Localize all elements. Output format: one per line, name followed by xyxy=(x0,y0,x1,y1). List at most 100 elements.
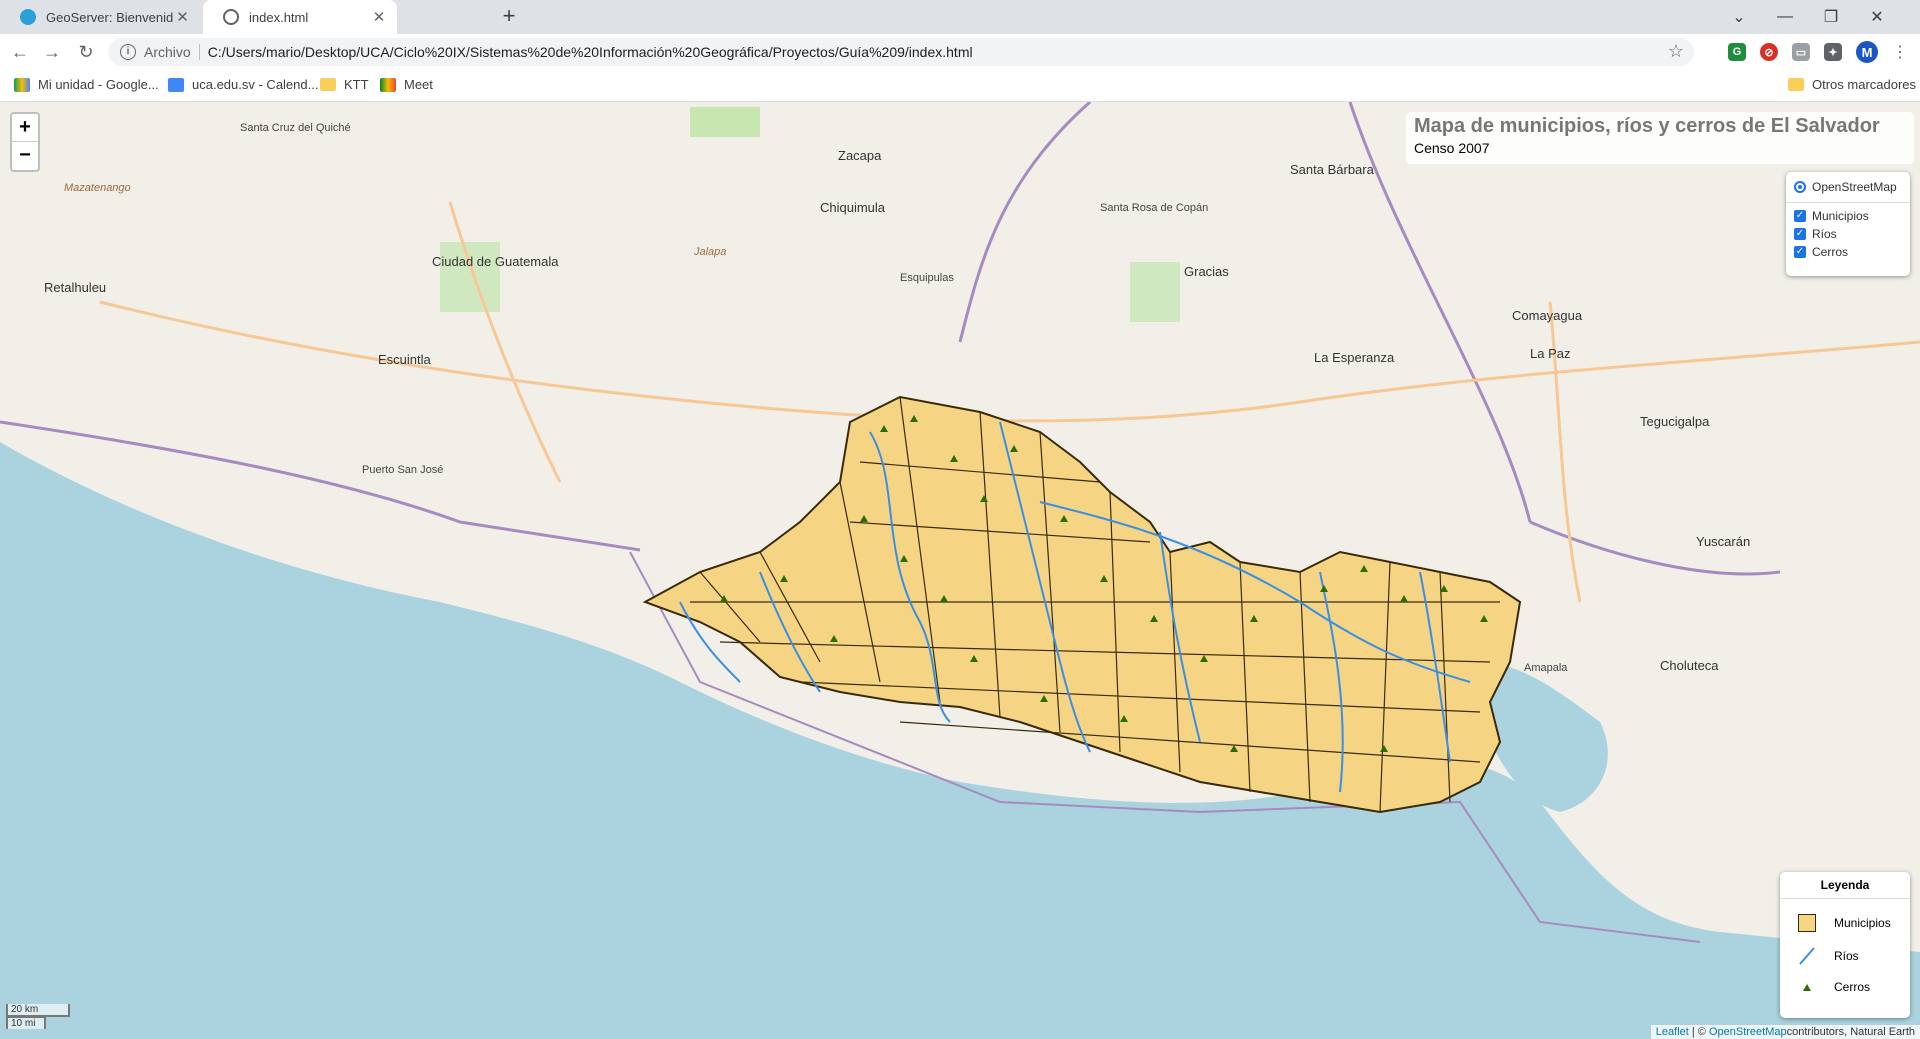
overlay-label: Ríos xyxy=(1812,227,1837,241)
legend-label: Cerros xyxy=(1834,980,1871,994)
scale-bar: 20 km 10 mi xyxy=(6,1004,70,1029)
place-label: Puerto San José xyxy=(362,464,444,476)
place-label: Gracias xyxy=(1184,264,1229,279)
legend-title: Leyenda xyxy=(1780,872,1910,899)
info-icon[interactable]: i xyxy=(120,44,136,60)
overlay-cerros[interactable]: ✓ Cerros xyxy=(1794,243,1902,261)
checkbox-checked-icon[interactable]: ✓ xyxy=(1794,210,1806,222)
tab-strip: GeoServer: Bienvenido ✕ index.html ✕ + ⌄… xyxy=(0,0,1920,34)
tab-geoserver[interactable]: GeoServer: Bienvenido ✕ xyxy=(0,0,200,34)
park-area xyxy=(690,107,760,137)
bookmarks-bar: Mi unidad - Google... uca.edu.sv - Calen… xyxy=(0,70,1920,102)
place-label: Amapala xyxy=(1524,662,1568,674)
divider xyxy=(198,44,200,60)
bookmark-calendar[interactable]: uca.edu.sv - Calend... xyxy=(168,77,318,92)
scale-imperial: 10 mi xyxy=(6,1016,46,1029)
tab-search-icon[interactable]: ⌄ xyxy=(1716,0,1762,34)
place-label: Esquipulas xyxy=(900,272,954,284)
map-subtitle: Censo 2007 xyxy=(1414,140,1490,156)
overlay-label: Municipios xyxy=(1812,209,1869,223)
close-tab-icon[interactable]: ✕ xyxy=(173,8,192,26)
new-tab-button[interactable]: + xyxy=(496,4,522,30)
place-label: La Paz xyxy=(1530,346,1571,361)
legend-item-cerros: Cerros xyxy=(1798,980,1870,994)
overlay-rios[interactable]: ✓ Ríos xyxy=(1794,225,1902,243)
scale-metric: 20 km xyxy=(6,1004,70,1017)
attribution-separator: | © xyxy=(1688,1026,1709,1038)
meet-icon xyxy=(380,77,396,92)
park-area xyxy=(1130,262,1180,322)
place-label: Santa Rosa de Copán xyxy=(1100,202,1209,214)
legend-item-rios: Ríos xyxy=(1798,946,1859,966)
close-window-button[interactable]: ✕ xyxy=(1854,0,1900,34)
triangle-marker-icon xyxy=(1803,984,1811,991)
highway xyxy=(99,300,1920,423)
folder-icon xyxy=(1788,78,1804,91)
overlay-municipios[interactable]: ✓ Municipios xyxy=(1794,207,1902,225)
extensions-puzzle-icon[interactable]: ✦ xyxy=(1824,43,1842,61)
bookmark-drive[interactable]: Mi unidad - Google... xyxy=(14,77,159,92)
address-bar[interactable]: i Archivo C:/Users/mario/Desktop/UCA/Cic… xyxy=(108,38,1694,66)
bookmark-star-icon[interactable]: ☆ xyxy=(1668,41,1684,62)
place-label: Escuintla xyxy=(378,352,431,367)
legend-label: Ríos xyxy=(1834,949,1859,963)
calendar-icon xyxy=(168,77,184,92)
url-scheme: Archivo xyxy=(144,44,191,60)
place-label: Santa Cruz del Quiché xyxy=(240,122,351,134)
bookmark-other[interactable]: Otros marcadores xyxy=(1788,77,1916,92)
divider xyxy=(1786,202,1910,203)
map-attribution: Leaflet | © OpenStreetMapcontributors, N… xyxy=(1650,1025,1920,1039)
leaflet-map[interactable]: Ciudad de Guatemala Escuintla Chiquimula… xyxy=(0,102,1920,1039)
bookmark-label: KTT xyxy=(344,77,369,92)
park-area xyxy=(440,242,500,312)
bookmark-label: Meet xyxy=(404,77,433,92)
place-label: Chiquimula xyxy=(820,200,886,215)
geoserver-favicon-icon xyxy=(20,9,36,25)
profile-avatar[interactable]: M xyxy=(1856,41,1878,63)
place-label: Ciudad de Guatemala xyxy=(432,254,559,269)
tab-title: GeoServer: Bienvenido xyxy=(46,9,174,25)
map-legend: Leyenda Municipios Ríos Cerros xyxy=(1780,872,1910,1018)
legend-item-municipios: Municipios xyxy=(1798,914,1891,932)
place-label: La Esperanza xyxy=(1314,350,1395,365)
tab-index[interactable]: index.html ✕ xyxy=(203,0,397,34)
close-tab-icon[interactable]: ✕ xyxy=(369,8,389,26)
legend-label: Municipios xyxy=(1834,916,1891,930)
map-title-box: Mapa de municipios, ríos y cerros de El … xyxy=(1406,112,1914,164)
globe-icon xyxy=(223,9,239,25)
place-label: Yuscarán xyxy=(1696,534,1751,549)
place-label: Comayagua xyxy=(1512,308,1583,323)
extension-grammarly-icon[interactable]: G xyxy=(1728,43,1746,61)
leaflet-link[interactable]: Leaflet xyxy=(1656,1026,1689,1038)
line-swatch-icon xyxy=(1799,947,1815,965)
place-label: Retalhuleu xyxy=(44,280,107,295)
tab-title: index.html xyxy=(249,9,309,25)
base-layer-option[interactable]: OpenStreetMap xyxy=(1794,178,1902,196)
bookmark-ktt[interactable]: KTT xyxy=(320,77,369,92)
back-button[interactable]: ← xyxy=(6,38,34,66)
browser-toolbar: ← → ↻ i Archivo C:/Users/mario/Desktop/U… xyxy=(0,34,1920,70)
osm-link[interactable]: OpenStreetMap xyxy=(1709,1026,1787,1038)
place-label: Choluteca xyxy=(1660,658,1719,673)
zoom-out-button[interactable]: − xyxy=(12,142,38,170)
extension-block-icon[interactable]: ⊘ xyxy=(1760,43,1778,61)
zoom-in-button[interactable]: + xyxy=(12,114,38,142)
checkbox-checked-icon[interactable]: ✓ xyxy=(1794,228,1806,240)
place-label: Jalapa xyxy=(694,246,727,258)
place-label: Mazatenango xyxy=(64,182,131,194)
layer-control: OpenStreetMap ✓ Municipios ✓ Ríos ✓ Cerr… xyxy=(1786,172,1910,276)
map-tiles[interactable] xyxy=(0,102,1920,1039)
menu-kebab-icon[interactable]: ⋮ xyxy=(1886,38,1914,66)
checkbox-checked-icon[interactable]: ✓ xyxy=(1794,246,1806,258)
bookmark-meet[interactable]: Meet xyxy=(380,77,433,92)
overlay-label: Cerros xyxy=(1812,245,1849,259)
reload-button[interactable]: ↻ xyxy=(72,38,100,66)
extension-screen-icon[interactable]: ▭ xyxy=(1792,43,1810,61)
minimize-button[interactable]: — xyxy=(1762,0,1808,34)
radio-selected-icon[interactable] xyxy=(1794,181,1806,193)
maximize-button[interactable]: ❐ xyxy=(1808,0,1854,34)
place-label: Santa Bárbara xyxy=(1290,162,1374,177)
forward-button[interactable]: → xyxy=(38,38,66,66)
url-text[interactable]: C:/Users/mario/Desktop/UCA/Ciclo%20IX/Si… xyxy=(208,44,973,60)
place-label: Zacapa xyxy=(838,148,882,163)
